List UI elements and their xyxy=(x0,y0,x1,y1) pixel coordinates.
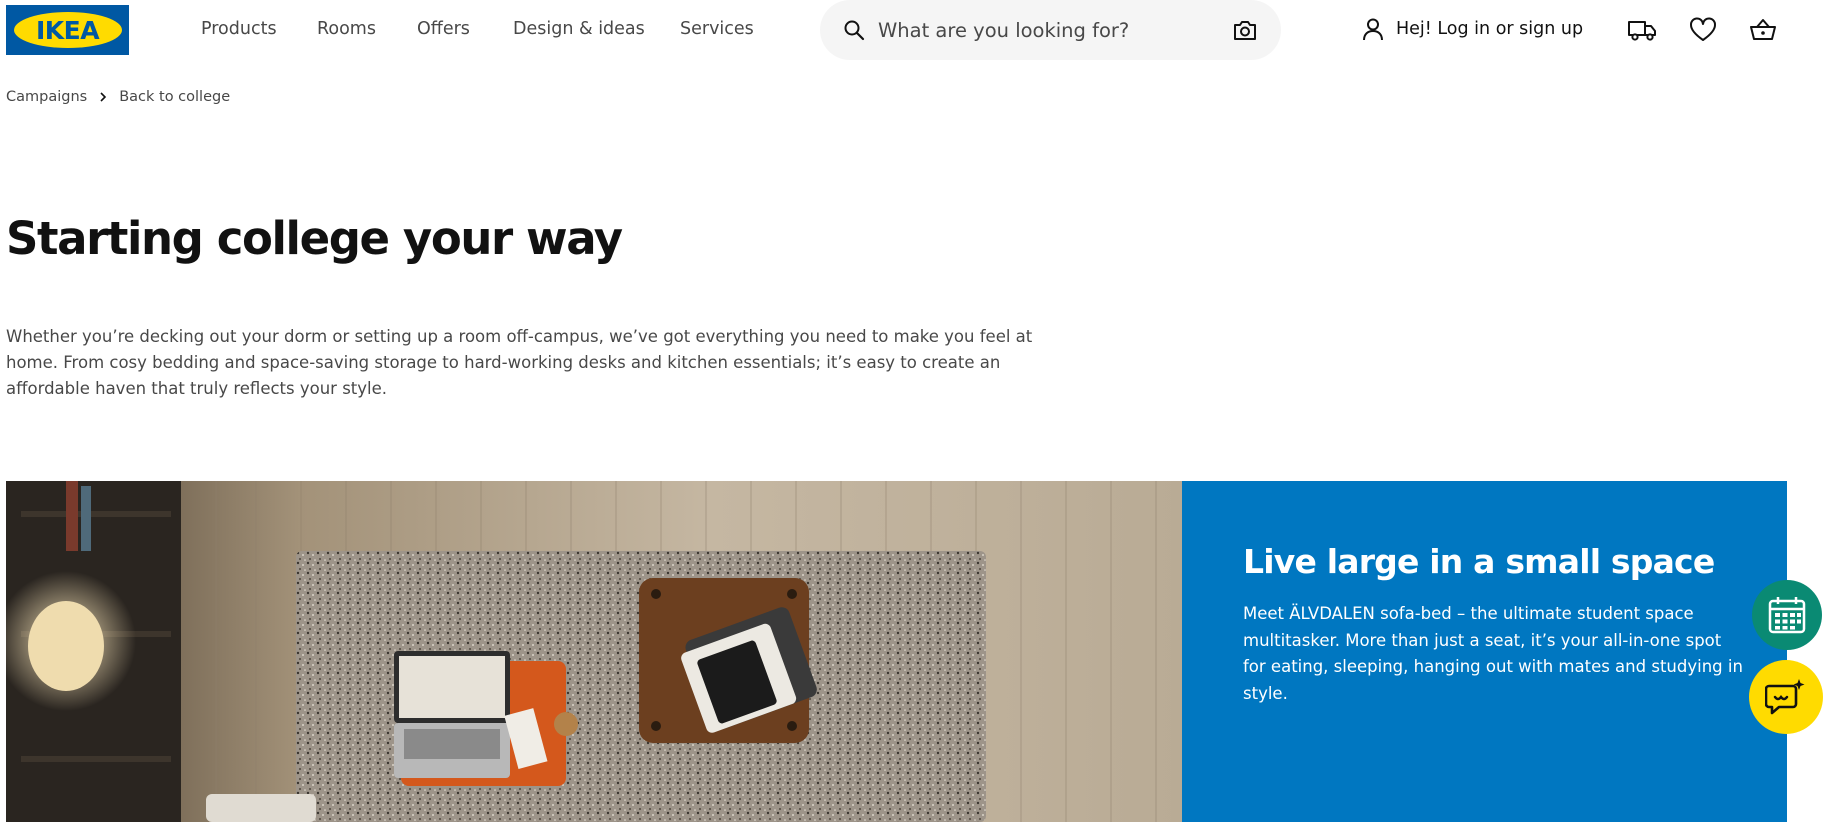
truck-icon[interactable] xyxy=(1627,16,1657,44)
basket-icon[interactable] xyxy=(1748,16,1778,44)
chat-button[interactable] xyxy=(1749,660,1823,734)
chat-icon xyxy=(1765,679,1805,715)
login-label: Hej! Log in or sign up xyxy=(1396,19,1584,39)
logo-oval: IKEA xyxy=(13,12,122,48)
breadcrumb-back-to-college[interactable]: Back to college xyxy=(119,89,230,105)
breadcrumb: Campaigns Back to college xyxy=(6,89,230,105)
nav-design-ideas[interactable]: Design & ideas xyxy=(513,19,645,39)
search-icon[interactable] xyxy=(842,18,866,42)
logo-text: IKEA xyxy=(35,15,100,45)
camera-icon[interactable] xyxy=(1232,18,1258,42)
hero-description: Meet ÄLVDALEN sofa-bed – the ultimate st… xyxy=(1243,604,1743,703)
heart-icon[interactable] xyxy=(1688,16,1718,44)
ikea-logo[interactable]: IKEA xyxy=(6,5,129,55)
hero-photo xyxy=(6,481,1182,822)
nav-services[interactable]: Services xyxy=(680,19,754,39)
calendar-icon xyxy=(1768,597,1806,634)
nav-products[interactable]: Products xyxy=(201,19,277,39)
intro-text: Whether you’re decking out your dorm or … xyxy=(6,327,1033,398)
search-input[interactable] xyxy=(878,10,1228,50)
chevron-right-icon xyxy=(100,92,107,102)
nav-rooms[interactable]: Rooms xyxy=(317,19,376,39)
nav-offers[interactable]: Offers xyxy=(417,19,470,39)
hero-promo-panel[interactable]: Live large in a small space Meet ÄLVDALE… xyxy=(1182,481,1787,822)
breadcrumb-campaigns[interactable]: Campaigns xyxy=(6,89,87,105)
hero-title: Live large in a small space xyxy=(1243,542,1715,581)
user-icon xyxy=(1363,18,1383,41)
search-bar xyxy=(820,0,1281,60)
page-title: Starting college your way xyxy=(6,212,623,265)
calendar-button[interactable] xyxy=(1752,580,1822,650)
hero-image[interactable] xyxy=(6,481,1182,822)
hero-section: Live large in a small space Meet ÄLVDALE… xyxy=(6,481,1787,822)
login-link[interactable]: Hej! Log in or sign up xyxy=(1360,16,1583,42)
